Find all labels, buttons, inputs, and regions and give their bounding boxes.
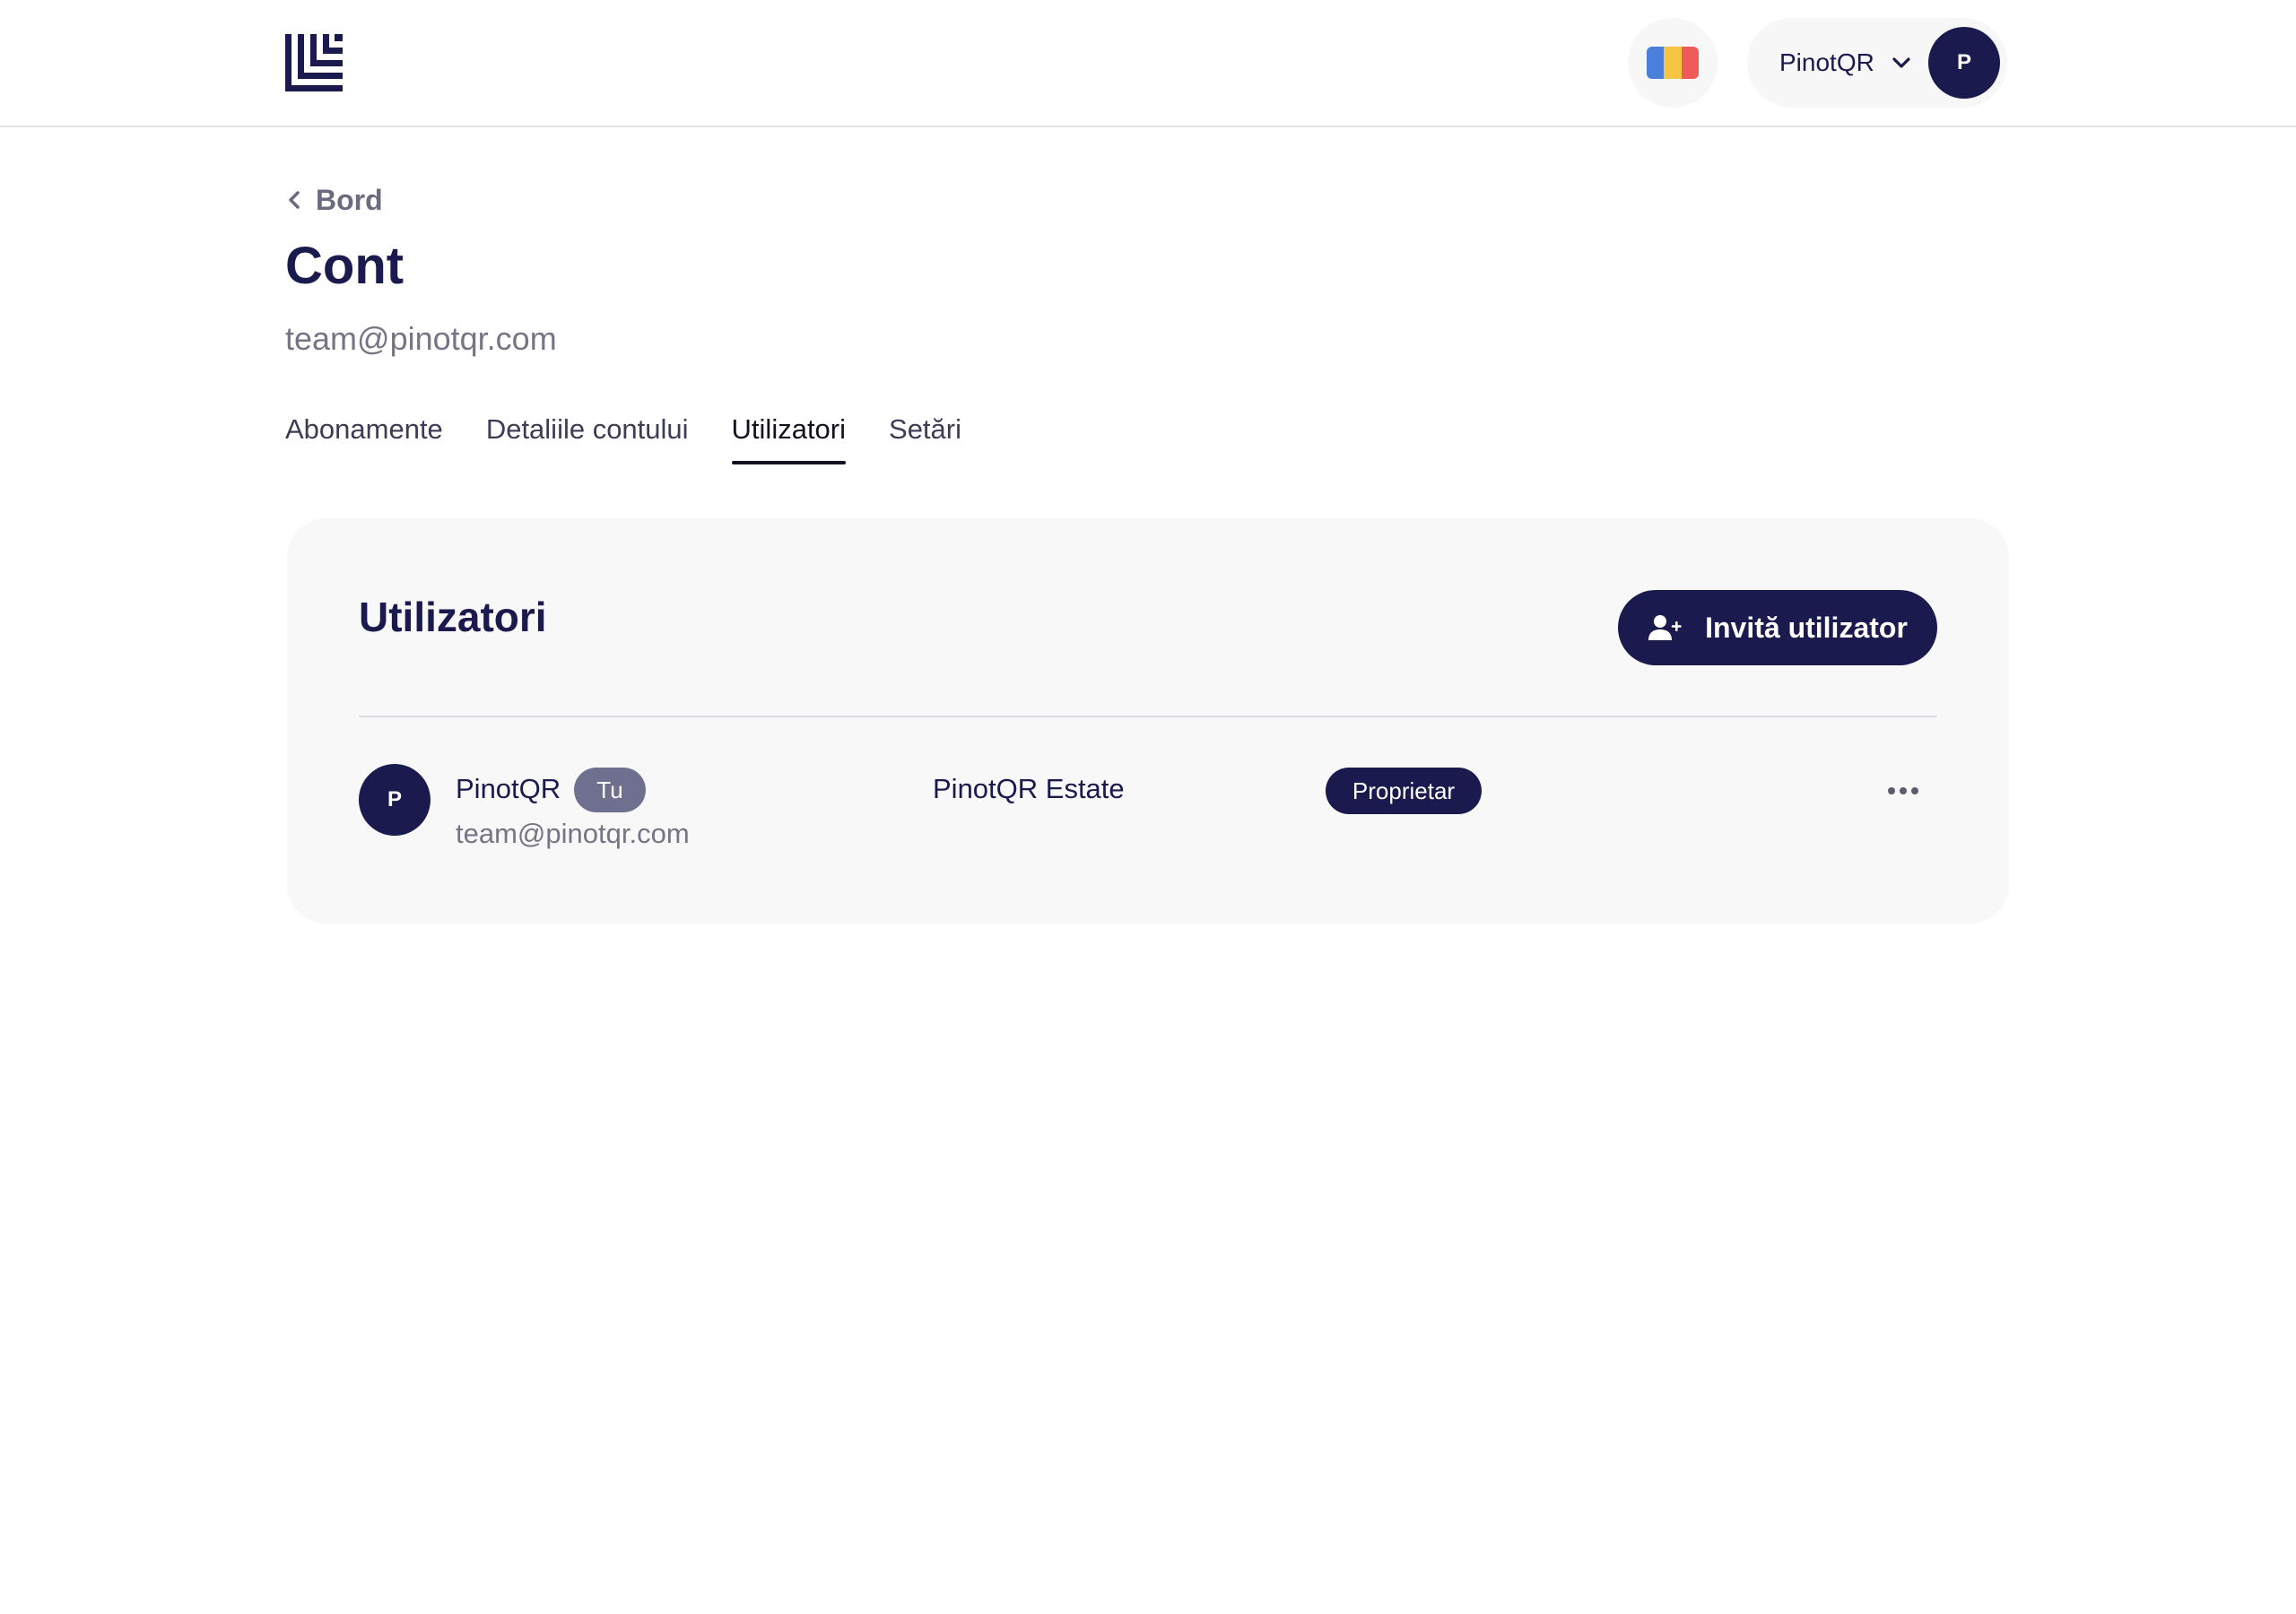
self-badge: Tu bbox=[574, 768, 646, 812]
tab-settings[interactable]: Setări bbox=[889, 411, 961, 466]
tab-account-details[interactable]: Detaliile contului bbox=[486, 411, 689, 466]
account-tabs: Abonamente Detaliile contului Utilizator… bbox=[285, 411, 1004, 466]
role-badge: Proprietar bbox=[1326, 768, 1482, 814]
more-options-icon[interactable] bbox=[1883, 773, 1923, 809]
top-header: PinotQR P bbox=[0, 0, 2296, 127]
tab-subscriptions[interactable]: Abonamente bbox=[285, 411, 443, 466]
breadcrumb-label: Bord bbox=[316, 183, 383, 216]
account-email: team@pinotqr.com bbox=[285, 320, 557, 357]
chevron-left-icon bbox=[289, 191, 300, 209]
avatar[interactable]: P bbox=[1928, 27, 2000, 99]
user-name: PinotQR bbox=[456, 773, 561, 804]
page-title: Cont bbox=[285, 237, 404, 295]
users-card: Utilizatori Invită utilizator P PinotQR … bbox=[287, 518, 2009, 924]
invite-user-label: Invită utilizator bbox=[1705, 611, 1908, 644]
divider bbox=[359, 716, 1937, 717]
chevron-down-icon bbox=[1892, 57, 1910, 68]
users-card-title: Utilizatori bbox=[359, 594, 547, 640]
account-switcher[interactable]: PinotQR P bbox=[1747, 18, 2007, 108]
user-email: team@pinotqr.com bbox=[456, 818, 690, 849]
breadcrumb-back-link[interactable]: Bord bbox=[285, 181, 383, 219]
brand-logo-icon[interactable] bbox=[285, 34, 343, 91]
user-plus-icon bbox=[1648, 615, 1682, 640]
account-name: PinotQR bbox=[1779, 48, 1874, 76]
romania-flag-icon bbox=[1647, 47, 1699, 79]
user-avatar: P bbox=[359, 764, 430, 836]
table-row: P PinotQR Tu team@pinotqr.com PinotQR Es… bbox=[359, 764, 1937, 863]
invite-user-button[interactable]: Invită utilizator bbox=[1618, 590, 1937, 665]
user-organization: PinotQR Estate bbox=[933, 773, 1125, 804]
tab-users[interactable]: Utilizatori bbox=[731, 411, 847, 466]
language-selector-button[interactable] bbox=[1628, 18, 1718, 108]
